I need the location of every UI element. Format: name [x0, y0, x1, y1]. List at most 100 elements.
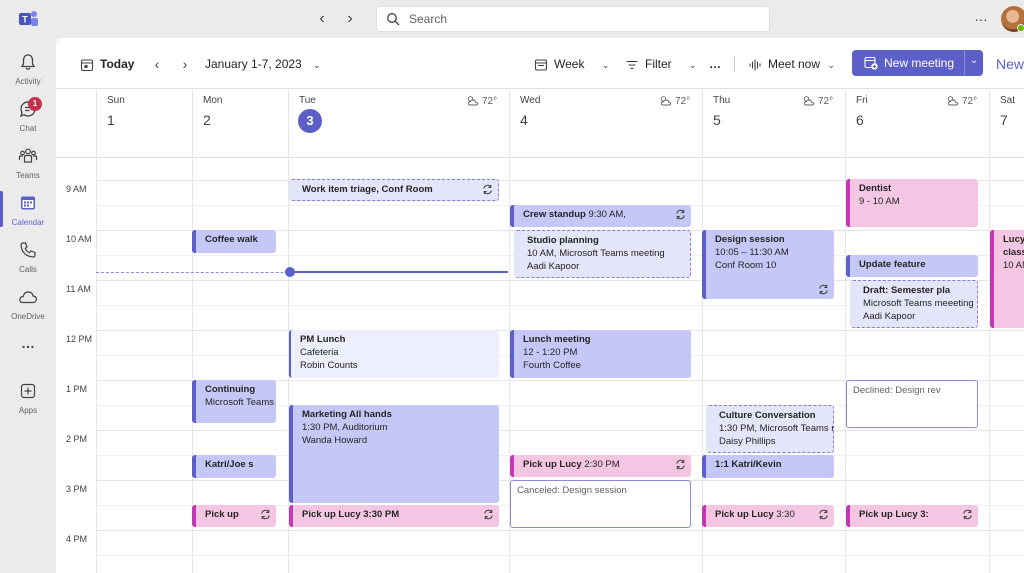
time-label: 3 PM: [66, 484, 88, 494]
filter-icon: [626, 60, 638, 69]
rail-item-chat[interactable]: 1 Chat: [0, 97, 56, 143]
partly-cloudy-icon: [803, 96, 815, 106]
day-header-sun[interactable]: Sun 1: [96, 90, 192, 158]
rail-item-onedrive[interactable]: OneDrive: [0, 285, 56, 331]
calendar-icon: [21, 196, 35, 210]
cloud-icon: [19, 291, 37, 304]
day-header-mon[interactable]: Mon 2: [192, 90, 288, 158]
event-draft-semester[interactable]: Draft: Semester pla Microsoft Teams meee…: [850, 280, 978, 328]
recurring-icon: [483, 184, 492, 195]
more-options-icon[interactable]: …: [972, 9, 990, 27]
event-pickup-tue[interactable]: Pick up Lucy 3:30 PM: [289, 505, 499, 527]
view-switcher[interactable]: Week ⌄: [534, 54, 609, 74]
new-meeting-button[interactable]: New meeting ⌄: [852, 50, 983, 76]
event-title: Lucy s: [1003, 234, 1024, 245]
chevron-down-icon: ⌄: [689, 60, 697, 70]
more-options-button[interactable]: …: [709, 54, 721, 74]
event-declined-design-review[interactable]: Declined: Design rev: [846, 380, 978, 428]
event-pickup-thu[interactable]: Pick up Lucy 3:30: [702, 505, 834, 527]
filter-label: Filter: [645, 57, 672, 71]
search-icon: [387, 13, 400, 26]
event-marketing-all-hands[interactable]: Marketing All hands 1:30 PM, Auditorium …: [289, 405, 499, 503]
split-divider: [964, 50, 965, 76]
event-continuing[interactable]: Continuing Microsoft Teams: [192, 380, 276, 423]
meet-now-label: Meet now: [768, 57, 821, 71]
event-work-item-triage[interactable]: Work item triage, Conf Room: [289, 179, 499, 201]
day-name: Tue: [299, 95, 316, 106]
event-title: Pick up Lucy: [859, 509, 918, 520]
rail-label: Calendar: [11, 218, 45, 227]
day-header-wed[interactable]: Wed 4 72°: [509, 90, 702, 158]
forward-arrow-icon[interactable]: ›: [340, 9, 360, 29]
event-title: Culture Conversation: [719, 410, 816, 421]
event-pickup-fri[interactable]: Pick up Lucy 3:: [846, 505, 978, 527]
event-culture-conversation[interactable]: Culture Conversation 1:30 PM, Microsoft …: [706, 405, 834, 453]
day-number: 1: [107, 112, 115, 128]
app-bar: Activity 1 Chat Teams Calendar Calls One…: [0, 38, 56, 573]
event-design-session[interactable]: Design session 10:05 – 11:30 AM Conf Roo…: [702, 230, 834, 299]
day-header-sat[interactable]: Sat 7: [989, 90, 1024, 158]
event-pm-lunch[interactable]: PM Lunch Cafeteria Robin Counts: [289, 330, 499, 378]
event-title: 1:1 Katri/Kevin: [715, 459, 782, 470]
event-pickup-mon[interactable]: Pick up: [192, 505, 276, 527]
rail-item-activity[interactable]: Activity: [0, 50, 56, 96]
day-name: Thu: [713, 95, 731, 106]
event-title: Crew standup: [523, 209, 586, 220]
meet-now-button[interactable]: Meet now ⌄: [748, 54, 835, 74]
day-name: Wed: [520, 95, 541, 106]
rail-item-calendar[interactable]: Calendar: [0, 191, 56, 237]
event-title-cont: class: [1003, 247, 1024, 258]
event-katri-joe[interactable]: Katri/Joe s: [192, 455, 276, 478]
column-line: [989, 159, 990, 573]
filter-button[interactable]: Filter ⌄: [625, 54, 697, 74]
search-input[interactable]: [409, 10, 749, 28]
rail-item-calls[interactable]: Calls: [0, 238, 56, 284]
previous-week-icon[interactable]: ‹: [150, 54, 164, 74]
next-week-icon[interactable]: ›: [178, 54, 192, 74]
day-header-tue[interactable]: Tue 3 72°: [288, 90, 509, 158]
event-katri-kevin[interactable]: 1:1 Katri/Kevin: [702, 455, 834, 478]
event-organizer: Aadi Kapoor: [863, 311, 916, 322]
chevron-down-icon[interactable]: ⌄: [967, 55, 981, 66]
more-icon: …: [21, 335, 35, 351]
event-crew-standup[interactable]: Crew standup 9:30 AM,: [510, 205, 691, 227]
date-range-picker[interactable]: January 1-7, 2023 ⌄: [205, 54, 321, 74]
half-hour-line: [96, 555, 1024, 556]
new-meeting-label: New meeting: [884, 56, 955, 70]
new-button[interactable]: New: [996, 56, 1024, 72]
rail-label: Apps: [18, 406, 38, 415]
temperature: 72°: [818, 96, 834, 107]
partly-cloudy-icon: [660, 96, 672, 106]
presence-status-icon: [1017, 24, 1024, 32]
event-title: Design session: [715, 234, 785, 245]
event-location: Fourth Coffee: [523, 360, 581, 371]
current-time-dot: [285, 267, 295, 277]
event-coffee-walk[interactable]: Coffee walk: [192, 230, 276, 253]
event-studio-planning[interactable]: Studio planning 10 AM, Microsoft Teams m…: [514, 230, 691, 278]
partly-cloudy-icon: [467, 96, 479, 106]
today-label: Today: [100, 57, 135, 71]
event-title: Canceled: Design session: [517, 485, 627, 496]
event-pickup-lucy-wed[interactable]: Pick up Lucy 2:30 PM: [510, 455, 691, 477]
event-update-feature[interactable]: Update feature: [846, 255, 978, 277]
unread-badge: 1: [28, 97, 42, 111]
date-range-label: January 1-7, 2023: [205, 57, 302, 71]
event-time: 3:: [920, 509, 929, 520]
event-canceled-design-session[interactable]: Canceled: Design session: [510, 480, 691, 528]
event-dentist[interactable]: Dentist 9 - 10 AM: [846, 179, 978, 227]
rail-label: OneDrive: [11, 312, 45, 321]
rail-more-apps[interactable]: …: [0, 336, 56, 358]
day-header-fri[interactable]: Fri 6 72°: [845, 90, 989, 158]
day-header-thu[interactable]: Thu 5 72°: [702, 90, 845, 158]
time-label: 12 PM: [66, 334, 93, 344]
rail-item-teams[interactable]: Teams: [0, 144, 56, 190]
today-button[interactable]: Today: [80, 54, 134, 74]
week-day-header: Sun 1 Mon 2 Tue 3 72° Wed 4 72° Thu 5 72…: [56, 90, 1024, 158]
recurring-icon: [963, 509, 972, 520]
event-lucy-class[interactable]: Lucy s class 10 AM: [990, 230, 1024, 328]
event-lunch-meeting[interactable]: Lunch meeting 12 - 1:20 PM Fourth Coffee: [510, 330, 691, 378]
recurring-icon: [676, 459, 685, 470]
search-box[interactable]: [376, 6, 770, 32]
back-arrow-icon[interactable]: ‹: [312, 9, 332, 29]
rail-item-apps[interactable]: Apps: [0, 379, 56, 425]
